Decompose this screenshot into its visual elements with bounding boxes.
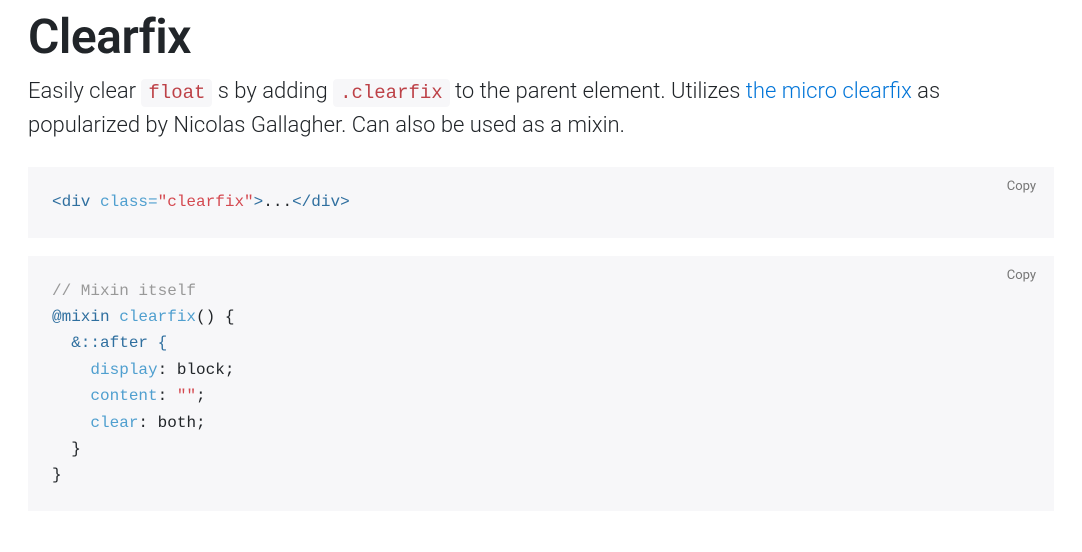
intro-paragraph: Easily clear float s by adding .clearfix…	[28, 75, 1054, 143]
code-block-scss: Copy // Mixin itself @mixin clearfix() {…	[28, 256, 1054, 511]
code-snippet-scss: // Mixin itself @mixin clearfix() { &::a…	[52, 278, 1030, 489]
code-block-html: Copy <div class="clearfix">...</div>	[28, 167, 1054, 237]
intro-text: Easily clear	[28, 79, 141, 104]
copy-button[interactable]: Copy	[1003, 177, 1040, 196]
intro-text: to the parent element. Utilizes	[450, 79, 746, 104]
code-snippet-html: <div class="clearfix">...</div>	[52, 189, 1030, 215]
intro-text: s by adding	[212, 79, 333, 104]
inline-code-clearfix: .clearfix	[333, 79, 450, 107]
copy-button[interactable]: Copy	[1003, 266, 1040, 285]
page-title: Clearfix	[28, 8, 1054, 65]
inline-code-float: float	[141, 79, 212, 107]
link-micro-clearfix[interactable]: the micro clearfix	[746, 79, 912, 104]
